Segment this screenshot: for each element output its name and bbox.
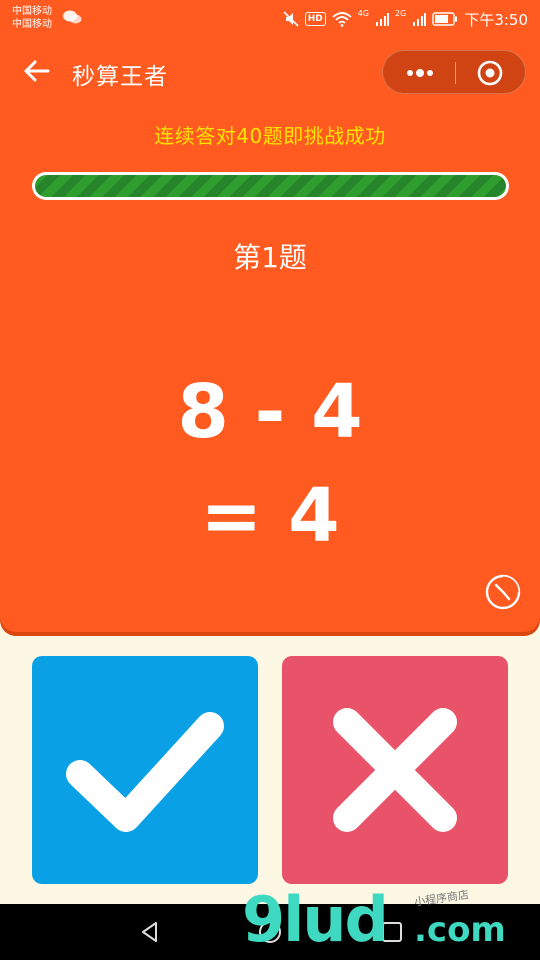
timer-icon: [485, 574, 521, 610]
wechat-icon: [63, 10, 82, 24]
carrier-info: 中国移动 中国移动: [12, 5, 52, 31]
more-dots-icon: [407, 69, 433, 77]
watermark-com: .com: [414, 910, 506, 950]
page-title: 秒算王者: [72, 64, 168, 90]
math-expression: 8 - 4: [177, 369, 363, 455]
network-type-2: 2G: [395, 9, 407, 18]
screen: 中国移动 中国移动 HD 4G 2G 下午3:50 秒算王者 连续答对40题即挑…: [0, 0, 540, 960]
question-number: 第1题: [233, 241, 307, 274]
system-back-button[interactable]: [136, 918, 164, 946]
watermark-main: 9lud: [242, 883, 389, 956]
mini-program-capsule: [382, 50, 526, 94]
close-button[interactable]: [456, 51, 527, 95]
mute-icon: [283, 11, 299, 27]
status-icons: HD 4G 2G 下午3:50: [283, 9, 528, 29]
target-close-icon: [477, 60, 503, 86]
back-button[interactable]: [22, 56, 52, 86]
nav-header: 秒算王者: [0, 44, 540, 100]
goal-text: 连续答对40题即挑战成功: [154, 124, 386, 148]
signal-icon-1: [376, 13, 390, 26]
network-type-1: 4G: [357, 9, 370, 18]
game-panel: 中国移动 中国移动 HD 4G 2G 下午3:50 秒算王者 连续答对40题即挑…: [0, 0, 540, 632]
cross-icon: [333, 708, 457, 832]
carrier-1: 中国移动: [12, 6, 52, 17]
hd-badge: HD: [304, 12, 326, 26]
nav-back-icon: [142, 922, 157, 942]
progress-bar: [32, 172, 509, 200]
wifi-icon: [332, 12, 352, 27]
more-button[interactable]: [383, 51, 455, 95]
back-arrow-icon: [24, 60, 50, 82]
battery-icon: [432, 12, 458, 26]
correct-button[interactable]: [32, 656, 258, 884]
signal-icon-2: [413, 13, 427, 26]
clock: 下午3:50: [464, 10, 528, 29]
carrier-2: 中国移动: [12, 19, 52, 30]
check-icon: [66, 712, 224, 832]
wrong-button[interactable]: [282, 656, 508, 884]
progress-fill: [35, 175, 506, 197]
status-bar: 中国移动 中国移动 HD 4G 2G 下午3:50: [0, 0, 540, 38]
proposed-answer: = 4: [200, 473, 340, 559]
